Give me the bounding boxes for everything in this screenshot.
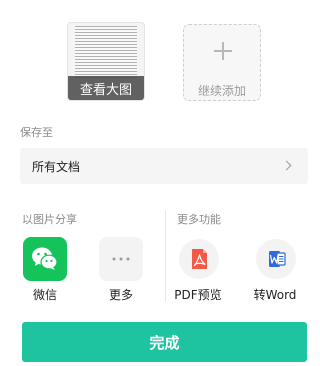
document-page-preview (75, 26, 137, 78)
done-button[interactable]: 完成 (22, 322, 307, 362)
folder-name: 所有文档 (32, 160, 81, 174)
convert-word-label: 转Word (253, 288, 297, 302)
more-dots-icon (99, 237, 143, 281)
pdf-icon (179, 239, 219, 279)
wechat-icon (23, 237, 67, 281)
word-icon (256, 239, 296, 279)
add-more-button[interactable]: 继续添加 (183, 24, 261, 101)
view-large-label: 查看大图 (68, 76, 144, 100)
save-to-label: 保存至 (20, 126, 53, 139)
share-as-image-title: 以图片分享 (22, 213, 77, 226)
wechat-label: 微信 (32, 288, 57, 302)
folder-selector[interactable]: 所有文档 (20, 148, 308, 184)
more-functions-title: 更多功能 (177, 213, 221, 226)
more-label: 更多 (108, 288, 133, 302)
document-thumbnail[interactable]: 查看大图 (67, 22, 145, 101)
chevron-right-icon (281, 160, 292, 171)
add-more-label: 继续添加 (197, 84, 246, 98)
plus-icon (184, 41, 260, 61)
pdf-preview-label: PDF预览 (174, 288, 222, 302)
